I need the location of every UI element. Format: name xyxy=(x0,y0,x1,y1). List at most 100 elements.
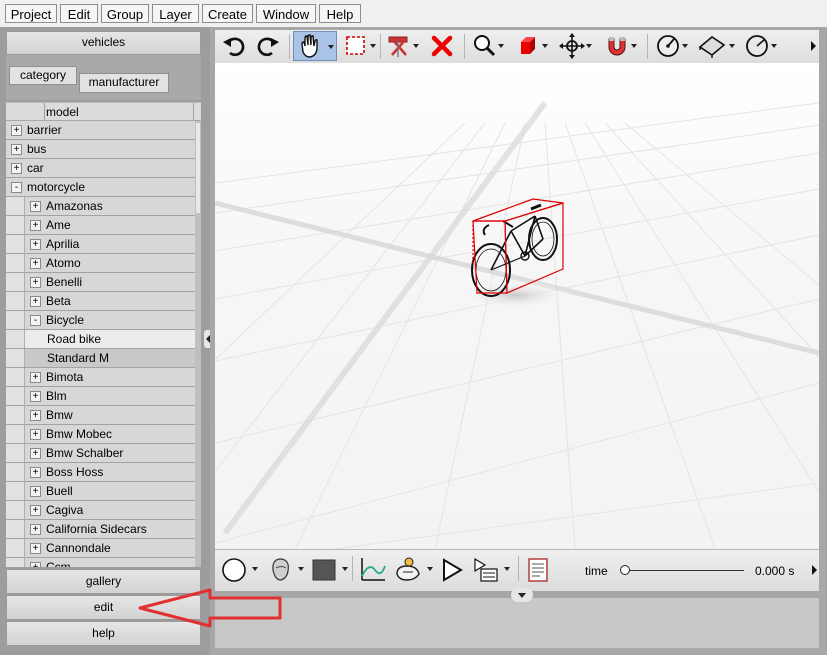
tree-row[interactable]: + Cannondale xyxy=(6,539,195,558)
bottom-toolbar-overflow[interactable] xyxy=(809,554,819,584)
tree-item-label: barrier xyxy=(27,123,62,137)
expand-icon[interactable]: + xyxy=(30,410,41,421)
tree-row[interactable]: Road bike xyxy=(6,330,195,349)
tree-row[interactable]: + Boss Hoss xyxy=(6,463,195,482)
more-icon xyxy=(811,41,816,51)
toolbar-separator xyxy=(289,34,290,59)
tree-row[interactable]: + car xyxy=(6,159,195,178)
delete-button[interactable] xyxy=(427,31,459,61)
undo-button[interactable] xyxy=(219,31,249,61)
expand-icon[interactable]: + xyxy=(30,524,41,535)
expand-icon[interactable]: + xyxy=(30,296,41,307)
tab-category[interactable]: category xyxy=(9,66,77,85)
snap-button[interactable] xyxy=(602,31,638,61)
3d-viewport[interactable] xyxy=(215,63,819,549)
expand-icon[interactable]: + xyxy=(11,144,22,155)
move-button[interactable] xyxy=(557,31,593,61)
tree-row[interactable]: + Bmw Schalber xyxy=(6,444,195,463)
tree-row[interactable]: + barrier xyxy=(6,121,195,140)
expand-icon[interactable]: + xyxy=(30,372,41,383)
graph-button[interactable] xyxy=(357,554,389,584)
tree-indent xyxy=(6,406,25,424)
expand-icon[interactable]: + xyxy=(30,505,41,516)
tree-row[interactable]: + bus xyxy=(6,140,195,159)
expand-icon[interactable]: + xyxy=(30,448,41,459)
expand-icon[interactable]: + xyxy=(30,239,41,250)
expand-icon[interactable]: + xyxy=(30,391,41,402)
render-list-button[interactable] xyxy=(471,554,511,584)
tree-row[interactable]: + Bmw Mobec xyxy=(6,425,195,444)
menu-layer[interactable]: Layer xyxy=(152,4,199,23)
pan-tool-button[interactable] xyxy=(293,31,337,61)
menu-create[interactable]: Create xyxy=(202,4,253,23)
toolbar-separator xyxy=(647,34,648,59)
tree-item-label: Bmw xyxy=(46,408,73,422)
time-slider-track[interactable] xyxy=(624,570,744,571)
tree-row[interactable]: + Buell xyxy=(6,482,195,501)
tree-item-label: Standard M xyxy=(47,351,110,365)
camera-button[interactable] xyxy=(391,554,433,584)
circle-shape-icon xyxy=(222,558,246,582)
expand-icon[interactable]: + xyxy=(11,125,22,136)
gauge-button[interactable] xyxy=(742,31,778,61)
expand-icon[interactable]: + xyxy=(30,201,41,212)
expand-icon[interactable]: + xyxy=(30,543,41,554)
shape-button[interactable] xyxy=(219,554,259,584)
tree-row[interactable]: + Benelli xyxy=(6,273,195,292)
expand-icon[interactable]: + xyxy=(30,486,41,497)
tree-item-label: Bimota xyxy=(46,370,84,384)
tree-row[interactable]: + Blm xyxy=(6,387,195,406)
expand-icon[interactable]: + xyxy=(30,562,41,567)
create-object-button[interactable] xyxy=(513,31,549,61)
tree-indent xyxy=(6,197,25,215)
tree-scrollbar[interactable] xyxy=(195,121,201,567)
tree-row[interactable]: + Cagiva xyxy=(6,501,195,520)
tree-row[interactable]: - Bicycle xyxy=(6,311,195,330)
tree-indent xyxy=(6,463,25,481)
select-rectangle-button[interactable] xyxy=(341,31,377,61)
tree-row[interactable]: + Amazonas xyxy=(6,197,195,216)
collapse-icon[interactable]: - xyxy=(30,315,41,326)
render-list-icon xyxy=(474,557,498,582)
menu-edit[interactable]: Edit xyxy=(60,4,98,23)
time-slider-knob[interactable] xyxy=(620,565,630,575)
tree-row[interactable]: + Beta xyxy=(6,292,195,311)
tree-row[interactable]: + Bmw xyxy=(6,406,195,425)
zoom-button[interactable] xyxy=(469,31,505,61)
tree-row[interactable]: + Ame xyxy=(6,216,195,235)
measure-button[interactable] xyxy=(653,31,689,61)
tree-row[interactable]: + Atomo xyxy=(6,254,195,273)
color-button[interactable] xyxy=(309,554,349,584)
menu-help[interactable]: Help xyxy=(319,4,361,23)
menu-group[interactable]: Group xyxy=(101,4,149,23)
object-shadow xyxy=(455,280,575,310)
plane-button[interactable] xyxy=(696,31,736,61)
cut-button[interactable] xyxy=(384,31,420,61)
expand-timeline-handle[interactable] xyxy=(511,588,533,602)
expand-icon[interactable]: + xyxy=(30,429,41,440)
expand-icon[interactable]: + xyxy=(30,277,41,288)
tree-row[interactable]: + Bimota xyxy=(6,368,195,387)
tree-column-header[interactable]: model xyxy=(6,102,201,121)
tree-indent xyxy=(6,330,25,348)
tree-row[interactable]: + California Sidecars xyxy=(6,520,195,539)
vehicles-library-button[interactable]: vehicles xyxy=(6,31,201,55)
redo-button[interactable] xyxy=(253,31,283,61)
expand-icon[interactable]: + xyxy=(30,220,41,231)
scrollbar-thumb[interactable] xyxy=(196,123,200,213)
menu-project[interactable]: Project xyxy=(5,4,57,23)
tab-manufacturer[interactable]: manufacturer xyxy=(79,73,169,93)
tree-row[interactable]: + Aprilia xyxy=(6,235,195,254)
toolbar-overflow-button[interactable] xyxy=(807,31,819,61)
collapse-icon[interactable]: - xyxy=(11,182,22,193)
menu-window[interactable]: Window xyxy=(256,4,316,23)
character-button[interactable] xyxy=(265,554,305,584)
play-button[interactable] xyxy=(439,554,465,584)
tree-row[interactable]: - motorcycle xyxy=(6,178,195,197)
expand-icon[interactable]: + xyxy=(30,258,41,269)
tree-row[interactable]: + Ccm xyxy=(6,558,195,567)
document-button[interactable] xyxy=(525,554,551,584)
tree-row[interactable]: Standard M xyxy=(6,349,195,368)
expand-icon[interactable]: + xyxy=(30,467,41,478)
expand-icon[interactable]: + xyxy=(11,163,22,174)
